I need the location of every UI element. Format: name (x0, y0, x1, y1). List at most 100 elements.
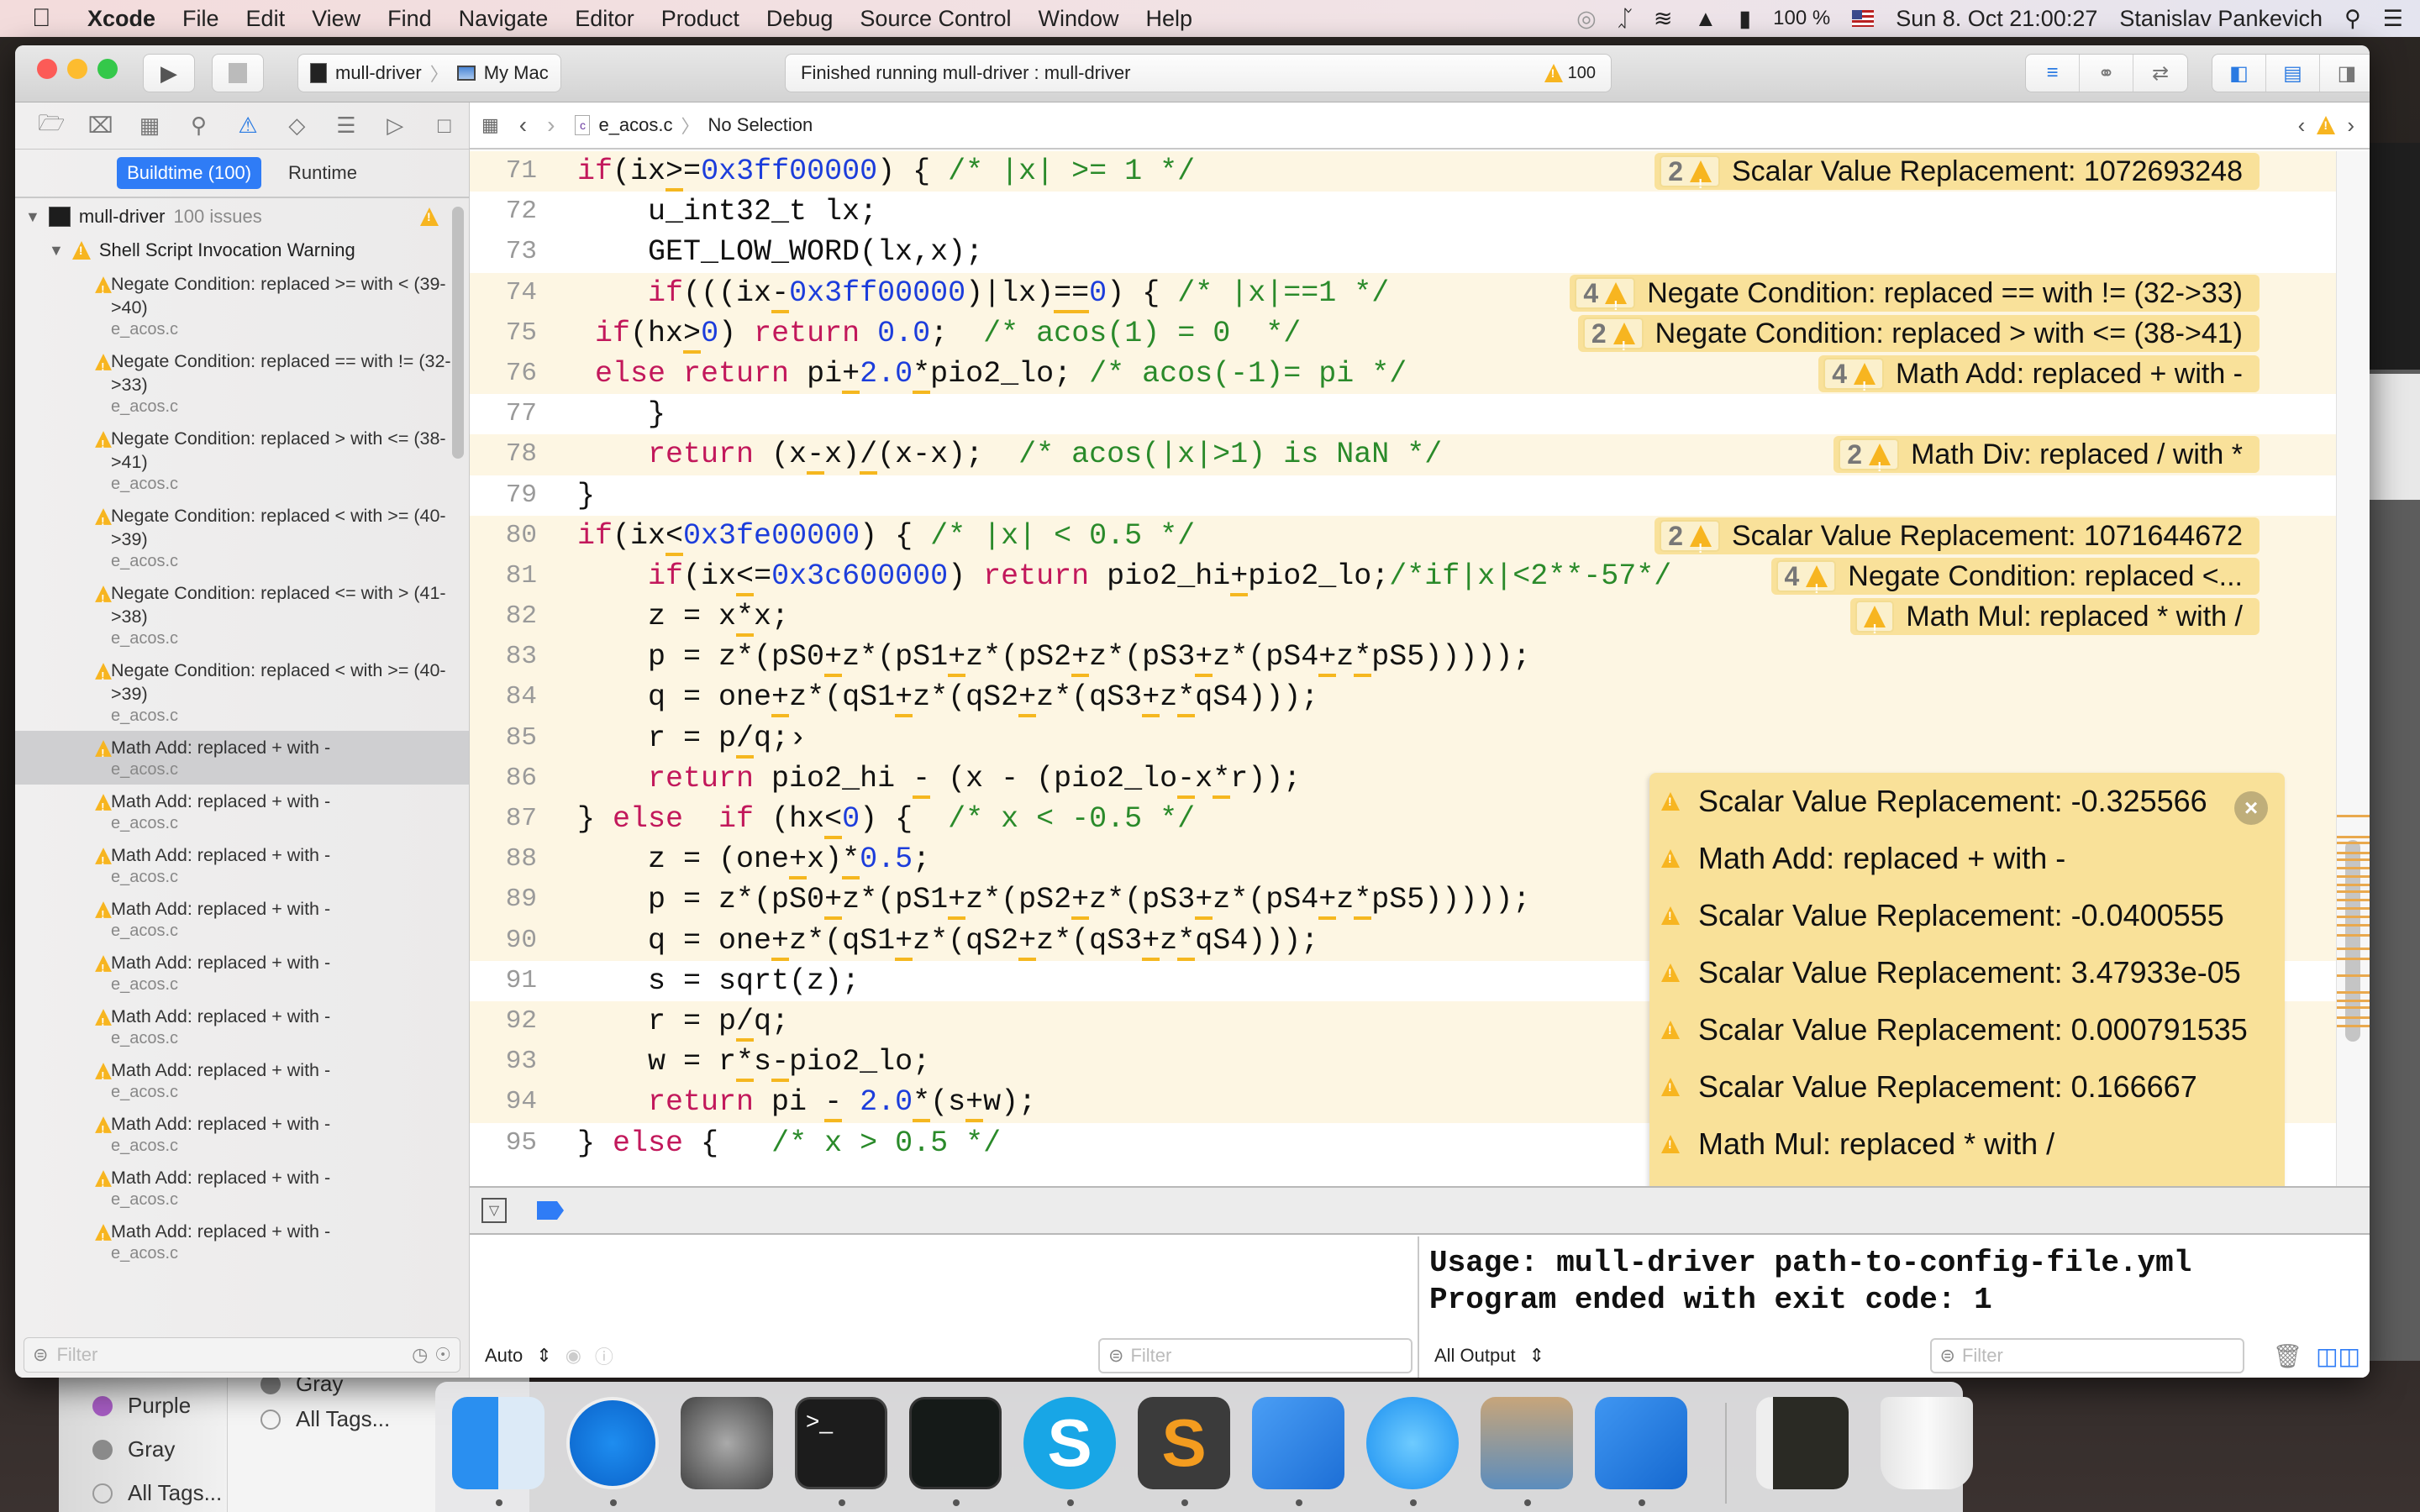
issue-item[interactable]: Math Add: replaced + with - e_acos.c (15, 946, 469, 1000)
issue-warning-icon[interactable] (2317, 116, 2336, 134)
menu-find[interactable]: Find (387, 6, 432, 32)
forward-button[interactable]: › (547, 112, 555, 139)
volume-icon[interactable]: ▮ (1739, 6, 1751, 32)
navigator-scrollbar[interactable] (452, 207, 464, 459)
disclosure-triangle-icon[interactable]: ▼ (25, 208, 40, 226)
menu-navigate[interactable]: Navigate (459, 6, 549, 32)
issue-count-badge[interactable]: 2 (1660, 155, 1720, 205)
menu-window[interactable]: Window (1039, 6, 1119, 32)
input-source-flag-icon[interactable] (1852, 10, 1875, 27)
line-number[interactable]: 82 (470, 596, 537, 637)
recent-filter-icon[interactable]: ◷ (412, 1344, 428, 1366)
popover-issue-item[interactable]: Math Mul: replaced * with / (1649, 1116, 2285, 1173)
tag-purple[interactable]: Purple (92, 1393, 191, 1419)
code-line[interactable]: 73 GET_LOW_WORD(lx,x); (470, 232, 2344, 272)
spotlight-search-icon[interactable]: ⚲ (2344, 6, 2361, 32)
popover-issue-item[interactable]: Math Add: replaced + with - (1649, 830, 2285, 887)
line-number[interactable]: 76 (470, 354, 537, 394)
code-line[interactable]: 78 return (x-x)/(x-x); /* acos(|x|>1) is… (470, 434, 2344, 488)
project-navigator-icon[interactable]: 🗁 (27, 108, 76, 144)
inline-issue-annotation[interactable]: 4 Negate Condition: replaced <... (1770, 557, 2260, 610)
debug-navigator-icon[interactable]: ☰ (322, 113, 371, 139)
code-line[interactable]: 75 if(hx>0) return 0.0; /* acos(1) = 0 *… (470, 312, 2344, 367)
inline-issue-annotation[interactable]: 4 Math Add: replaced + with - (1818, 354, 2260, 407)
issue-item[interactable]: Negate Condition: replaced > with <= (38… (15, 422, 469, 499)
issue-item[interactable]: Math Add: replaced + with - e_acos.c (15, 1215, 469, 1268)
issue-item[interactable]: Math Add: replaced + with - e_acos.c (15, 1053, 469, 1107)
editor-scrollbar[interactable] (2336, 151, 2370, 1186)
console-filter-field[interactable]: ⊜ Filter (1929, 1338, 2244, 1373)
user-name[interactable]: Stanislav Pankevich (2119, 6, 2323, 32)
issue-item[interactable]: Math Add: replaced + with - e_acos.c (15, 731, 469, 785)
menu-editor[interactable]: Editor (575, 6, 634, 32)
menu-source-control[interactable]: Source Control (860, 6, 1011, 32)
menu-view[interactable]: View (312, 6, 360, 32)
dock-xcode[interactable] (1595, 1397, 1687, 1489)
notification-center-icon[interactable]: ☰ (2383, 6, 2403, 32)
report-navigator-icon[interactable]: □ (420, 113, 469, 139)
toggle-utilities-button[interactable]: ◨ (2320, 55, 2370, 92)
issue-item[interactable]: Negate Condition: replaced <= with > (41… (15, 576, 469, 654)
line-number[interactable]: 75 (470, 313, 537, 354)
issue-item[interactable]: Math Add: replaced + with - e_acos.c (15, 838, 469, 892)
related-items-icon[interactable]: ▦ (481, 114, 499, 136)
line-number[interactable]: 85 (470, 718, 537, 759)
issue-count-badge[interactable]: 4 (1575, 276, 1636, 327)
line-number[interactable]: 81 (470, 556, 537, 596)
variables-filter-field[interactable]: ⊜ Filter (1098, 1338, 1413, 1373)
inline-issue-annotation[interactable]: Math Mul: replaced * with / (1850, 598, 2260, 650)
standard-editor-button[interactable]: ≡ (2026, 55, 2080, 92)
navigator-filter-field[interactable]: ⊜ Filter ◷ ☉ (24, 1337, 460, 1373)
code-line[interactable]: 80 if(ix<0x3fe00000) { /* |x| < 0.5 */ 2 Sc… (470, 515, 2344, 570)
menu-help[interactable]: Help (1146, 6, 1193, 32)
stop-button[interactable] (212, 54, 264, 92)
menu-edit[interactable]: Edit (246, 6, 286, 32)
dock-simulator[interactable] (1252, 1397, 1344, 1489)
popover-issue-item[interactable]: Scalar Value Replacement: 0.166667 (1649, 1058, 2285, 1116)
breadcrumb-file[interactable]: e_acos.c (598, 114, 672, 136)
assistant-editor-button[interactable]: ⚭ (2080, 55, 2133, 92)
close-window-button[interactable] (37, 59, 57, 79)
source-control-navigator-icon[interactable]: ⌧ (76, 113, 124, 139)
code-line[interactable]: 71 if(ix>=0x3ff00000) { /* |x| >= 1 */ 2 Sc… (470, 151, 2344, 205)
line-number[interactable]: 78 (470, 434, 537, 475)
code-line[interactable]: 85 r = p/q;› (470, 717, 2344, 759)
code-line[interactable]: 76 else return pi+2.0*pio2_lo; /* acos(-… (470, 353, 2344, 407)
previous-issue-button[interactable]: ‹ (2298, 113, 2306, 139)
output-mode-select[interactable]: All Output (1434, 1345, 1516, 1367)
menu-debug[interactable]: Debug (766, 6, 834, 32)
group-row[interactable]: ▼ Shell Script Invocation Warning (15, 234, 469, 267)
tag-all-2[interactable]: All Tags... (260, 1406, 390, 1432)
back-button[interactable]: ‹ (519, 112, 527, 139)
zoom-window-button[interactable] (97, 59, 118, 79)
line-number[interactable]: 90 (470, 921, 537, 961)
toggle-debug-area-button[interactable]: ▤ (2266, 55, 2320, 92)
test-navigator-icon[interactable]: ◇ (272, 113, 321, 139)
line-number[interactable]: 94 (470, 1082, 537, 1122)
issue-count-badge[interactable]: 2 (1839, 438, 1900, 488)
dock-system-preferences[interactable] (681, 1397, 773, 1489)
issue-item[interactable]: Math Add: replaced + with - e_acos.c (15, 785, 469, 838)
issue-navigator-icon[interactable]: ⚠ (224, 113, 272, 139)
dock-activity-monitor[interactable] (909, 1397, 1002, 1489)
popover-issue-item[interactable]: Scalar Value Replacement: -0.325566 (1649, 773, 2285, 830)
issue-count-badge[interactable]: 2 (1660, 519, 1720, 570)
line-number[interactable]: 71 (470, 151, 537, 192)
issue-item[interactable]: Math Add: replaced + with - e_acos.c (15, 1161, 469, 1215)
inline-issue-annotation[interactable]: 2 Scalar Value Replacement: 1071644672 (1655, 517, 2260, 570)
close-popover-button[interactable]: × (2234, 791, 2268, 825)
line-number[interactable]: 73 (470, 232, 537, 272)
breakpoints-toggle-button[interactable] (537, 1201, 564, 1220)
issues-only-filter-icon[interactable]: ☉ (434, 1344, 451, 1366)
menu-product[interactable]: Product (661, 6, 739, 32)
line-number[interactable]: 95 (470, 1123, 537, 1163)
line-number[interactable]: 84 (470, 677, 537, 717)
console-view[interactable]: Usage: mull-driver path-to-config-file.y… (1419, 1236, 2370, 1378)
bluetooth-icon[interactable]: ᛢ (1618, 6, 1632, 32)
disclosure-triangle-icon[interactable]: ▼ (49, 242, 64, 260)
airplay-icon[interactable]: ▲ (1695, 6, 1718, 32)
line-number[interactable]: 92 (470, 1001, 537, 1042)
info-icon[interactable]: ⓘ (595, 1342, 613, 1369)
tab-buildtime[interactable]: Buildtime (100) (117, 157, 262, 189)
dock-terminal[interactable]: >_ (795, 1397, 887, 1489)
